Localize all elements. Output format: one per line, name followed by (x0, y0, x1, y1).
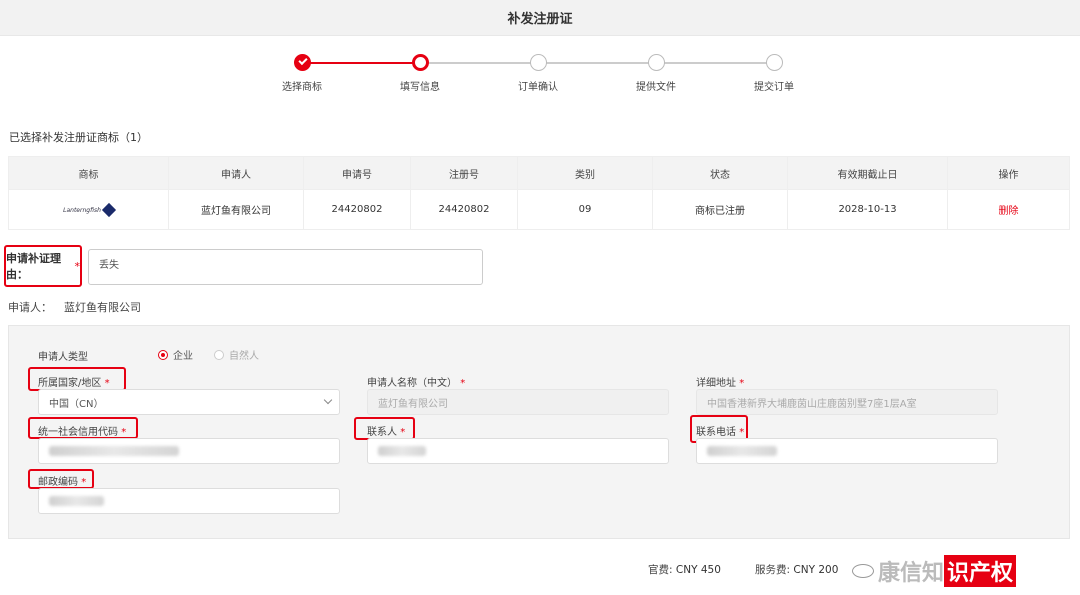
country-select[interactable]: 中国（CN） (38, 389, 340, 415)
step-submit-order: 提交订单 (714, 54, 834, 93)
radio-natural-person[interactable]: 自然人 (214, 347, 259, 362)
reason-textarea[interactable] (88, 249, 483, 285)
redacted-value (49, 446, 179, 456)
phone-label: 联系电话 * (696, 427, 745, 438)
applicant-name-label: 申请人名称（中文） * (367, 378, 466, 389)
credit-code-input[interactable] (38, 438, 340, 464)
action-cell: 删除 (947, 189, 1070, 230)
applicant-form-panel: 申请人类型 企业 自然人 所属国家/地区 * 申请人名称（中文） * 详细地址 … (8, 325, 1070, 539)
contact-input[interactable] (367, 438, 669, 464)
col-class: 类别 (517, 156, 653, 190)
step-provide-files: 提供文件 (596, 54, 716, 93)
contact-label: 联系人 * (367, 427, 406, 438)
redacted-value (49, 496, 104, 506)
redacted-value (378, 446, 426, 456)
service-fee: 服务费: CNY 200 (755, 564, 839, 576)
radio-checked-icon (158, 349, 168, 360)
table-row: Lanterngfish 蓝灯鱼有限公司 24420802 24420802 0… (8, 189, 1070, 230)
col-app-no: 申请号 (303, 156, 411, 190)
pending-step-icon (647, 54, 665, 71)
step-select-trademark: 选择商标 (242, 54, 362, 93)
logo-diamond-icon (101, 203, 116, 218)
postal-code-input[interactable] (38, 488, 340, 514)
expiry-cell: 2028-10-13 (787, 189, 948, 230)
radio-enterprise[interactable]: 企业 (158, 347, 193, 362)
step-order-confirm: 订单确认 (478, 54, 598, 93)
redacted-value (707, 446, 777, 456)
radio-unchecked-icon (214, 349, 224, 360)
chevron-down-icon (323, 395, 333, 405)
applicant-summary: 申请人： 蓝灯鱼有限公司 (8, 301, 141, 314)
col-trademark: 商标 (8, 156, 169, 190)
trademark-table: 商标 申请人 申请号 注册号 类别 状态 有效期截止日 操作 Lanterngf… (8, 156, 1070, 230)
page-header: 补发注册证 (0, 0, 1080, 36)
col-status: 状态 (652, 156, 788, 190)
trademark-logo-cell: Lanterngfish (8, 189, 169, 230)
col-expiry: 有效期截止日 (787, 156, 948, 190)
reg-no-cell: 24420802 (410, 189, 518, 230)
applicant-cell: 蓝灯鱼有限公司 (168, 189, 304, 230)
reason-label: 申请补证理由： * (4, 245, 82, 287)
stepper: 选择商标 填写信息 订单确认 提供文件 提交订单 (0, 54, 1080, 118)
trademark-logo: Lanterngfish (63, 203, 116, 218)
step-fill-info: 填写信息 (360, 54, 480, 93)
col-reg-no: 注册号 (410, 156, 518, 190)
address-input: 中国香港新界大埔鹿茵山庄鹿茵别墅7座1层A室 (696, 389, 998, 415)
check-icon (293, 54, 311, 71)
app-no-cell: 24420802 (303, 189, 411, 230)
active-step-icon (411, 54, 429, 71)
table-header-row: 商标 申请人 申请号 注册号 类别 状态 有效期截止日 操作 (8, 156, 1070, 190)
col-action: 操作 (947, 156, 1070, 190)
delete-link[interactable]: 删除 (999, 206, 1019, 217)
weibo-eye-icon (852, 564, 874, 578)
status-cell: 商标已注册 (652, 189, 788, 230)
pending-step-icon (765, 54, 783, 71)
applicant-name-input: 蓝灯鱼有限公司 (367, 389, 669, 415)
selected-trademarks-title: 已选择补发注册证商标（1） (9, 131, 148, 144)
page-title: 补发注册证 (507, 12, 573, 27)
postal-code-label: 邮政编码 * (38, 477, 87, 488)
country-label: 所属国家/地区 * (38, 378, 110, 389)
phone-input[interactable] (696, 438, 998, 464)
credit-code-label: 统一社会信用代码 * (38, 427, 127, 438)
class-cell: 09 (517, 189, 653, 230)
watermark: 康信知 识产权 (852, 555, 1017, 587)
address-label: 详细地址 * (696, 378, 745, 389)
official-fee: 官费: CNY 450 (648, 564, 721, 576)
pending-step-icon (529, 54, 547, 71)
col-applicant: 申请人 (168, 156, 304, 190)
applicant-type-label: 申请人类型 (38, 352, 88, 363)
